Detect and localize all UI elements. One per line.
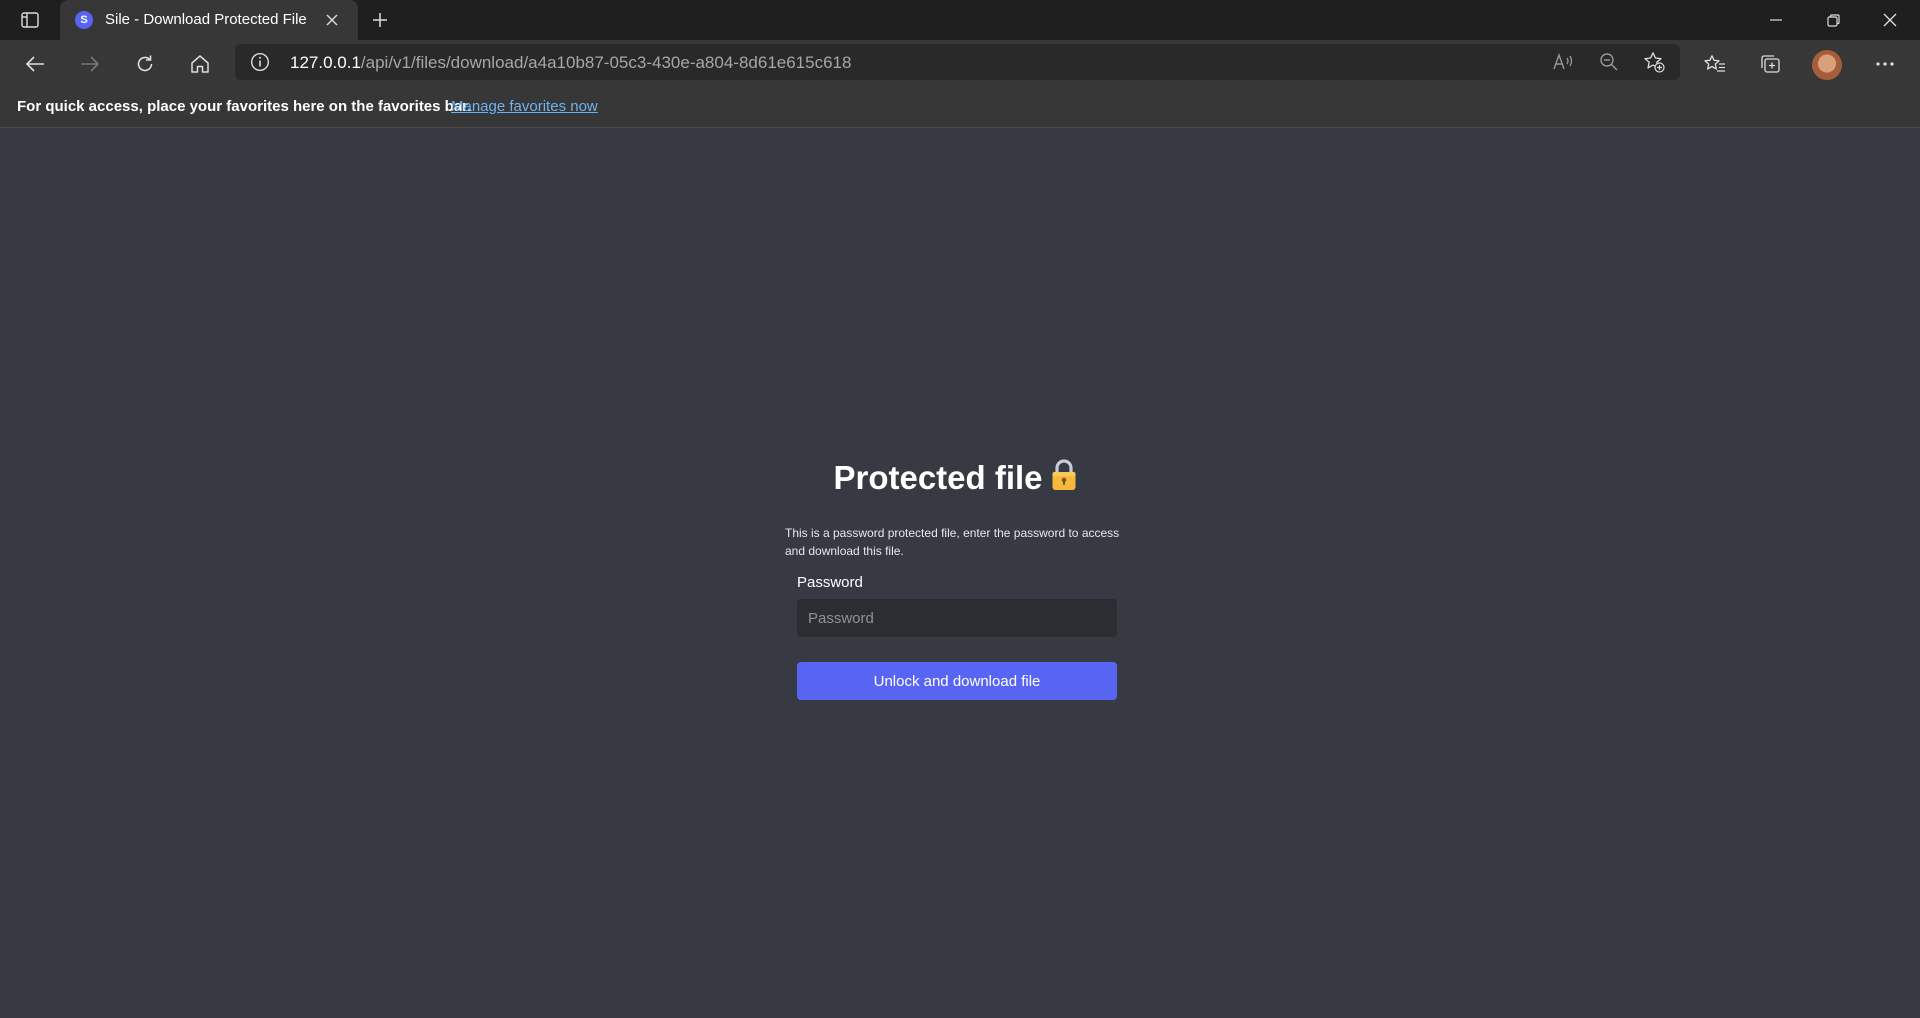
add-favorite-icon[interactable] bbox=[1642, 50, 1666, 74]
close-icon bbox=[1883, 13, 1897, 27]
browser-toolbar: 127.0.0.1/api/v1/files/download/a4a10b87… bbox=[0, 40, 1920, 88]
site-favicon-icon: S bbox=[75, 11, 93, 29]
favorites-list-icon bbox=[1704, 54, 1726, 74]
favorites-button[interactable] bbox=[1697, 48, 1733, 80]
minimize-icon bbox=[1770, 19, 1782, 21]
manage-favorites-link[interactable]: Manage favorites now bbox=[451, 98, 598, 115]
info-icon[interactable] bbox=[250, 52, 270, 72]
page-title-text: Protected file bbox=[833, 459, 1043, 496]
home-button[interactable] bbox=[182, 48, 218, 80]
close-icon bbox=[326, 14, 338, 26]
url-path: /api/v1/files/download/a4a10b87-05c3-430… bbox=[360, 53, 852, 72]
zoom-out-icon[interactable] bbox=[1597, 50, 1621, 74]
password-input[interactable] bbox=[797, 599, 1117, 637]
collections-button[interactable] bbox=[1752, 48, 1788, 80]
read-aloud-icon[interactable] bbox=[1552, 50, 1576, 74]
page-title: Protected file bbox=[785, 458, 1125, 497]
url-text[interactable]: 127.0.0.1/api/v1/files/download/a4a10b87… bbox=[290, 53, 851, 73]
address-bar[interactable]: 127.0.0.1/api/v1/files/download/a4a10b87… bbox=[235, 44, 1680, 80]
url-host: 127.0.0.1 bbox=[290, 53, 361, 72]
tab-strip: S Sile - Download Protected File bbox=[0, 0, 1920, 40]
forward-button[interactable] bbox=[72, 48, 108, 80]
profile-avatar[interactable] bbox=[1812, 50, 1842, 80]
password-label: Password bbox=[797, 574, 863, 591]
refresh-button[interactable] bbox=[127, 48, 163, 80]
more-horizontal-icon bbox=[1876, 62, 1894, 66]
arrow-right-icon bbox=[80, 55, 100, 73]
back-button[interactable] bbox=[17, 48, 53, 80]
minimize-button[interactable] bbox=[1748, 0, 1804, 40]
new-tab-button[interactable] bbox=[368, 8, 392, 32]
plus-icon bbox=[372, 12, 388, 28]
tab-close-button[interactable] bbox=[322, 10, 342, 30]
unlock-download-button[interactable]: Unlock and download file bbox=[797, 662, 1117, 700]
active-tab[interactable]: S Sile - Download Protected File bbox=[60, 0, 358, 40]
arrow-left-icon bbox=[25, 55, 45, 73]
favorites-bar: For quick access, place your favorites h… bbox=[0, 88, 1920, 128]
page-description: This is a password protected file, enter… bbox=[785, 526, 1120, 558]
collections-icon bbox=[1759, 54, 1781, 74]
home-icon bbox=[190, 54, 210, 74]
tab-title: Sile - Download Protected File bbox=[105, 11, 307, 28]
restore-icon bbox=[1826, 13, 1840, 27]
tab-actions-button[interactable] bbox=[14, 8, 46, 32]
lock-icon bbox=[1051, 458, 1077, 492]
page-content: Protected file This is a password protec… bbox=[0, 129, 1920, 1018]
close-window-button[interactable] bbox=[1862, 0, 1918, 40]
restore-button[interactable] bbox=[1805, 0, 1861, 40]
settings-more-button[interactable] bbox=[1867, 48, 1903, 80]
refresh-icon bbox=[135, 54, 155, 74]
favorites-bar-message: For quick access, place your favorites h… bbox=[17, 98, 472, 115]
tab-actions-icon bbox=[21, 12, 39, 28]
